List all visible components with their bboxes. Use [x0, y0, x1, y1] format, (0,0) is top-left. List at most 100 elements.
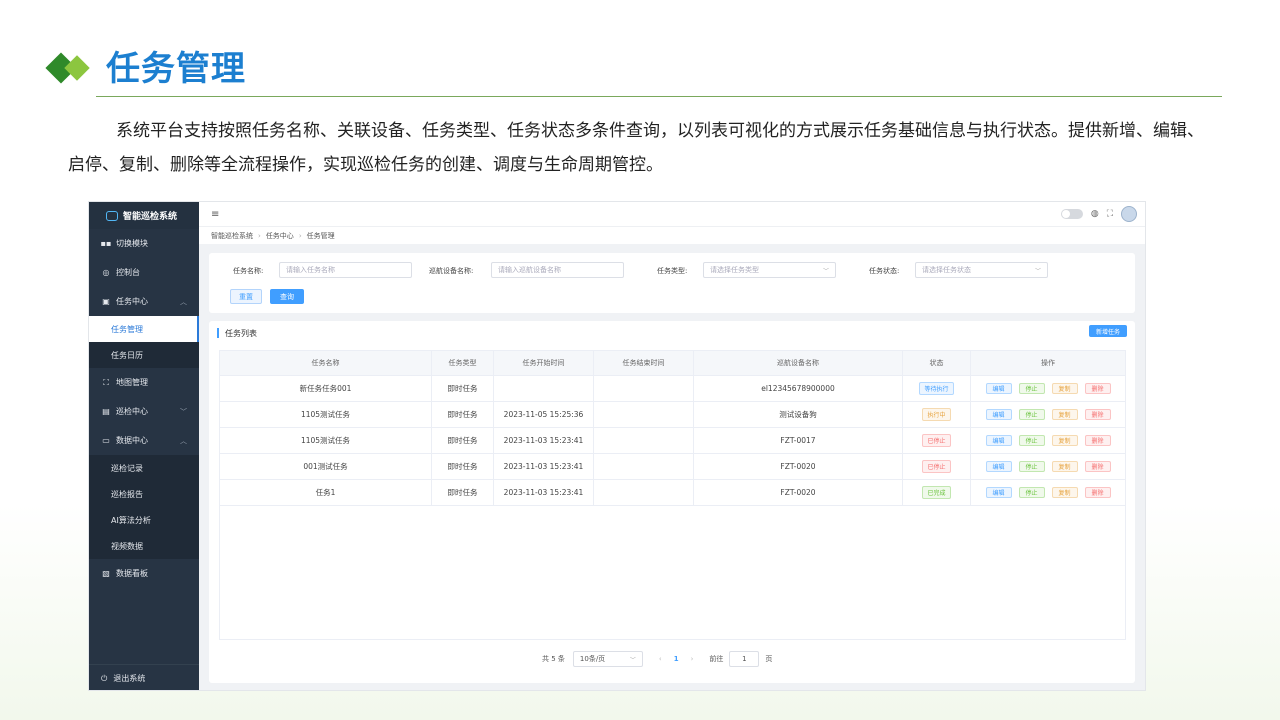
delete-button[interactable]: 删除 — [1084, 487, 1111, 498]
device-name-input[interactable]: 请输入巡航设备名称 — [491, 262, 624, 278]
delete-button[interactable]: 删除 — [1084, 461, 1111, 472]
logout-button[interactable]: ⏻ 退出系统 — [89, 664, 199, 690]
query-button[interactable]: 查询 — [270, 289, 304, 304]
sidebar-item-label: 视频数据 — [111, 541, 143, 551]
task-name-cell: 任务1 — [220, 480, 432, 505]
sidebar-item-label: 数据中心 — [116, 436, 148, 445]
task-list-title: 任务列表 — [217, 327, 257, 339]
start-time-cell: 2023-11-03 15:23:41 — [494, 428, 594, 453]
task-type-placeholder: 请选择任务类型 — [710, 266, 759, 274]
stop-button[interactable]: 停止 — [1018, 409, 1045, 420]
copy-button[interactable]: 复制 — [1051, 487, 1078, 498]
table-row: 新任务任务001 即时任务 el12345678900000 等待执行 编辑 停止 复制 删除 — [220, 376, 1125, 402]
sidebar-item-label: 数据看板 — [116, 569, 148, 578]
sidebar-item-video-data[interactable]: 视频数据 — [89, 533, 199, 559]
sidebar-item-task-manage[interactable]: 任务管理 — [89, 316, 199, 342]
breadcrumb-item[interactable]: 智能巡检系统 — [211, 231, 253, 241]
robot-icon — [106, 210, 118, 221]
pagination: 共 5 条 10条/页 ﹀ ‹ 1 › 前往 1 页 — [542, 651, 772, 667]
clipboard-icon: ▤ — [102, 407, 110, 416]
power-icon: ⏻ — [101, 673, 108, 683]
theme-toggle[interactable] — [1060, 209, 1083, 219]
task-status-select[interactable]: 请选择任务状态 ﹀ — [915, 262, 1048, 278]
delete-button[interactable]: 删除 — [1084, 409, 1111, 420]
task-type-select[interactable]: 请选择任务类型 ﹀ — [703, 262, 836, 278]
breadcrumb-item: 任务管理 — [306, 231, 335, 240]
edit-button[interactable]: 编辑 — [985, 461, 1012, 472]
goto-page-input[interactable]: 1 — [729, 651, 760, 667]
sidebar-item-patrol-record[interactable]: 巡检记录 — [89, 455, 199, 481]
table-body: 新任务任务001 即时任务 el12345678900000 等待执行 编辑 停止 复制 删除… — [220, 376, 1125, 506]
edit-button[interactable]: 编辑 — [985, 435, 1012, 446]
edit-button[interactable]: 编辑 — [985, 383, 1012, 394]
prev-page-button[interactable]: ‹ — [659, 655, 662, 663]
end-time-cell — [594, 428, 694, 453]
column-header: 任务名称 — [220, 351, 432, 375]
next-page-button[interactable]: › — [691, 655, 694, 663]
stop-button[interactable]: 停止 — [1018, 487, 1045, 498]
edit-button[interactable]: 编辑 — [985, 409, 1012, 420]
page-size-select[interactable]: 10条/页 ﹀ — [572, 651, 643, 667]
status-cell: 已完成 — [903, 480, 971, 505]
sidebar: 智能巡检系统 ▪▪ 切换模块 ◎ 控制台 ▣ 任务中心 ︿ 任务管理 任务日历 … — [89, 202, 199, 690]
sidebar-item-task-calendar[interactable]: 任务日历 — [89, 342, 199, 368]
sidebar-item-switch-module[interactable]: ▪▪ 切换模块 — [89, 229, 199, 258]
title-accent-bar — [217, 328, 219, 338]
breadcrumb-separator-icon: › — [298, 231, 302, 240]
task-name-cell: 1105测试任务 — [220, 402, 432, 427]
task-status-placeholder: 请选择任务状态 — [922, 266, 971, 274]
task-type-cell: 即时任务 — [432, 428, 494, 453]
sidebar-item-patrol-center[interactable]: ▤ 巡检中心 ﹀ — [89, 397, 199, 426]
sidebar-item-map-manage[interactable]: ⛶ 地图管理 — [89, 368, 199, 397]
current-page[interactable]: 1 — [674, 655, 679, 663]
column-header: 操作 — [1041, 359, 1055, 367]
app-logo: 智能巡检系统 — [89, 202, 199, 229]
slide-header: 任务管理 — [45, 40, 246, 90]
task-type-cell: 即时任务 — [432, 454, 494, 479]
globe-icon[interactable]: ◍ — [1091, 209, 1099, 219]
stop-button[interactable]: 停止 — [1018, 383, 1045, 394]
sidebar-item-task-center[interactable]: ▣ 任务中心 ︿ — [89, 287, 199, 316]
sidebar-item-data-center[interactable]: ▭ 数据中心 ︿ — [89, 426, 199, 455]
delete-button[interactable]: 删除 — [1084, 435, 1111, 446]
fullscreen-icon[interactable]: ⛶ — [1107, 209, 1113, 219]
stop-button[interactable]: 停止 — [1018, 435, 1045, 446]
delete-button[interactable]: 删除 — [1084, 383, 1111, 394]
column-header: 巡航设备名称 — [694, 351, 903, 375]
column-header: 任务类型 — [432, 351, 494, 375]
column-header: 任务开始时间 — [494, 351, 594, 375]
actions-cell: 编辑 停止 复制 删除 — [971, 376, 1125, 401]
breadcrumb-item[interactable]: 任务中心 — [266, 231, 294, 241]
chevron-down-icon: ﹀ — [1034, 267, 1041, 275]
copy-button[interactable]: 复制 — [1051, 383, 1078, 394]
slide-description: 系统平台支持按照任务名称、关联设备、任务类型、任务状态多条件查询，以列表可视化的… — [68, 121, 1204, 175]
stop-button[interactable]: 停止 — [1018, 461, 1045, 472]
task-name-input[interactable]: 请输入任务名称 — [279, 262, 412, 278]
sidebar-item-data-dashboard[interactable]: ▧ 数据看板 — [89, 559, 199, 588]
task-type-cell: 即时任务 — [432, 402, 494, 427]
topbar-actions: ◍ ⛶ — [1060, 206, 1137, 222]
copy-button[interactable]: 复制 — [1051, 461, 1078, 472]
add-task-button[interactable]: 新增任务 — [1089, 325, 1127, 337]
sidebar-item-console[interactable]: ◎ 控制台 — [89, 258, 199, 287]
sidebar-item-label: 巡检记录 — [111, 463, 143, 473]
device-name-cell: FZT-0017 — [694, 428, 903, 453]
sidebar-item-patrol-report[interactable]: 巡检报告 — [89, 481, 199, 507]
copy-button[interactable]: 复制 — [1051, 409, 1078, 420]
chevron-up-icon: ︿ — [180, 297, 187, 306]
end-time-cell — [594, 376, 694, 401]
actions-cell: 编辑 停止 复制 删除 — [971, 480, 1125, 505]
menu-toggle-icon[interactable]: ≡ — [211, 209, 219, 220]
sidebar-item-ai-analysis[interactable]: AI算法分析 — [89, 507, 199, 533]
slide-title: 任务管理 — [106, 48, 246, 89]
pagination-total: 共 5 条 — [542, 655, 565, 663]
end-time-cell — [594, 454, 694, 479]
avatar[interactable] — [1121, 206, 1137, 222]
goto-label: 前往 — [709, 655, 724, 663]
edit-button[interactable]: 编辑 — [985, 487, 1012, 498]
reset-button[interactable]: 重置 — [230, 289, 262, 304]
topbar: ≡ ◍ ⛶ — [199, 202, 1145, 226]
copy-button[interactable]: 复制 — [1051, 435, 1078, 446]
chevron-down-icon: ﹀ — [180, 407, 187, 416]
diamond-logo-icon — [45, 45, 94, 85]
